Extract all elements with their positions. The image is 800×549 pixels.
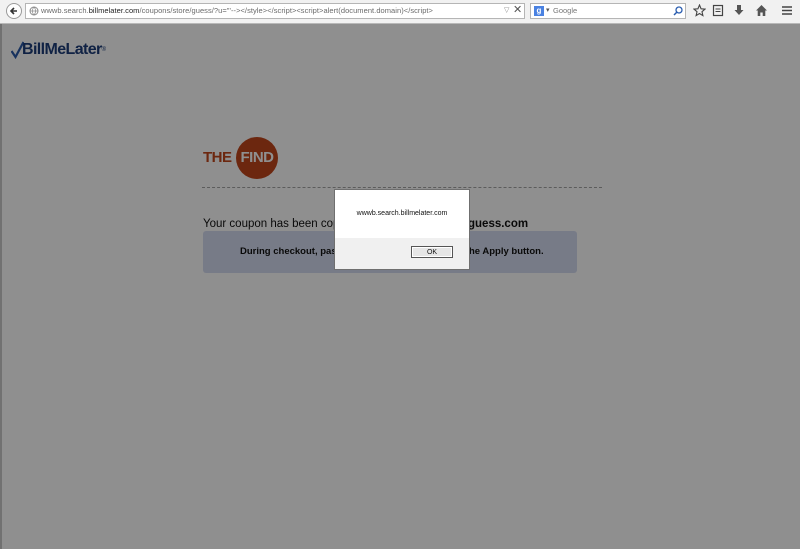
browser-toolbar: wwwb.search.billmelater.com/coupons/stor… <box>0 0 800 24</box>
arrow-left-icon <box>9 7 17 15</box>
google-icon[interactable]: g <box>534 6 544 16</box>
search-bar[interactable]: g ▾ Google <box>530 3 686 19</box>
home-icon[interactable] <box>755 4 768 17</box>
bookmarks-menu-icon[interactable] <box>712 4 724 17</box>
url-text: wwwb.search.billmelater.com/coupons/stor… <box>41 6 433 16</box>
alert-dialog: wwwb.search.billmelater.com OK <box>334 189 470 270</box>
search-engine-dropdown-icon[interactable]: ▾ <box>546 5 550 17</box>
globe-icon <box>29 6 39 16</box>
history-dropdown-icon[interactable]: ▽ <box>504 6 509 16</box>
search-input[interactable]: Google <box>553 6 577 16</box>
bookmark-star-icon[interactable] <box>693 4 706 17</box>
alert-footer: OK <box>335 238 469 269</box>
url-domain: billmelater.com <box>88 6 140 15</box>
back-button[interactable] <box>6 3 22 19</box>
download-icon[interactable] <box>733 4 745 17</box>
menu-icon[interactable] <box>781 4 793 17</box>
alert-message: wwwb.search.billmelater.com <box>356 210 448 217</box>
ok-button[interactable]: OK <box>411 246 453 258</box>
stop-icon[interactable]: ✕ <box>513 4 522 17</box>
search-icon[interactable] <box>673 6 683 16</box>
url-path: /coupons/store/guess/?u="'--></style></s… <box>139 6 433 15</box>
address-bar[interactable]: wwwb.search.billmelater.com/coupons/stor… <box>25 3 525 19</box>
modal-overlay <box>0 24 800 549</box>
url-prefix: wwwb.search. <box>41 6 89 15</box>
